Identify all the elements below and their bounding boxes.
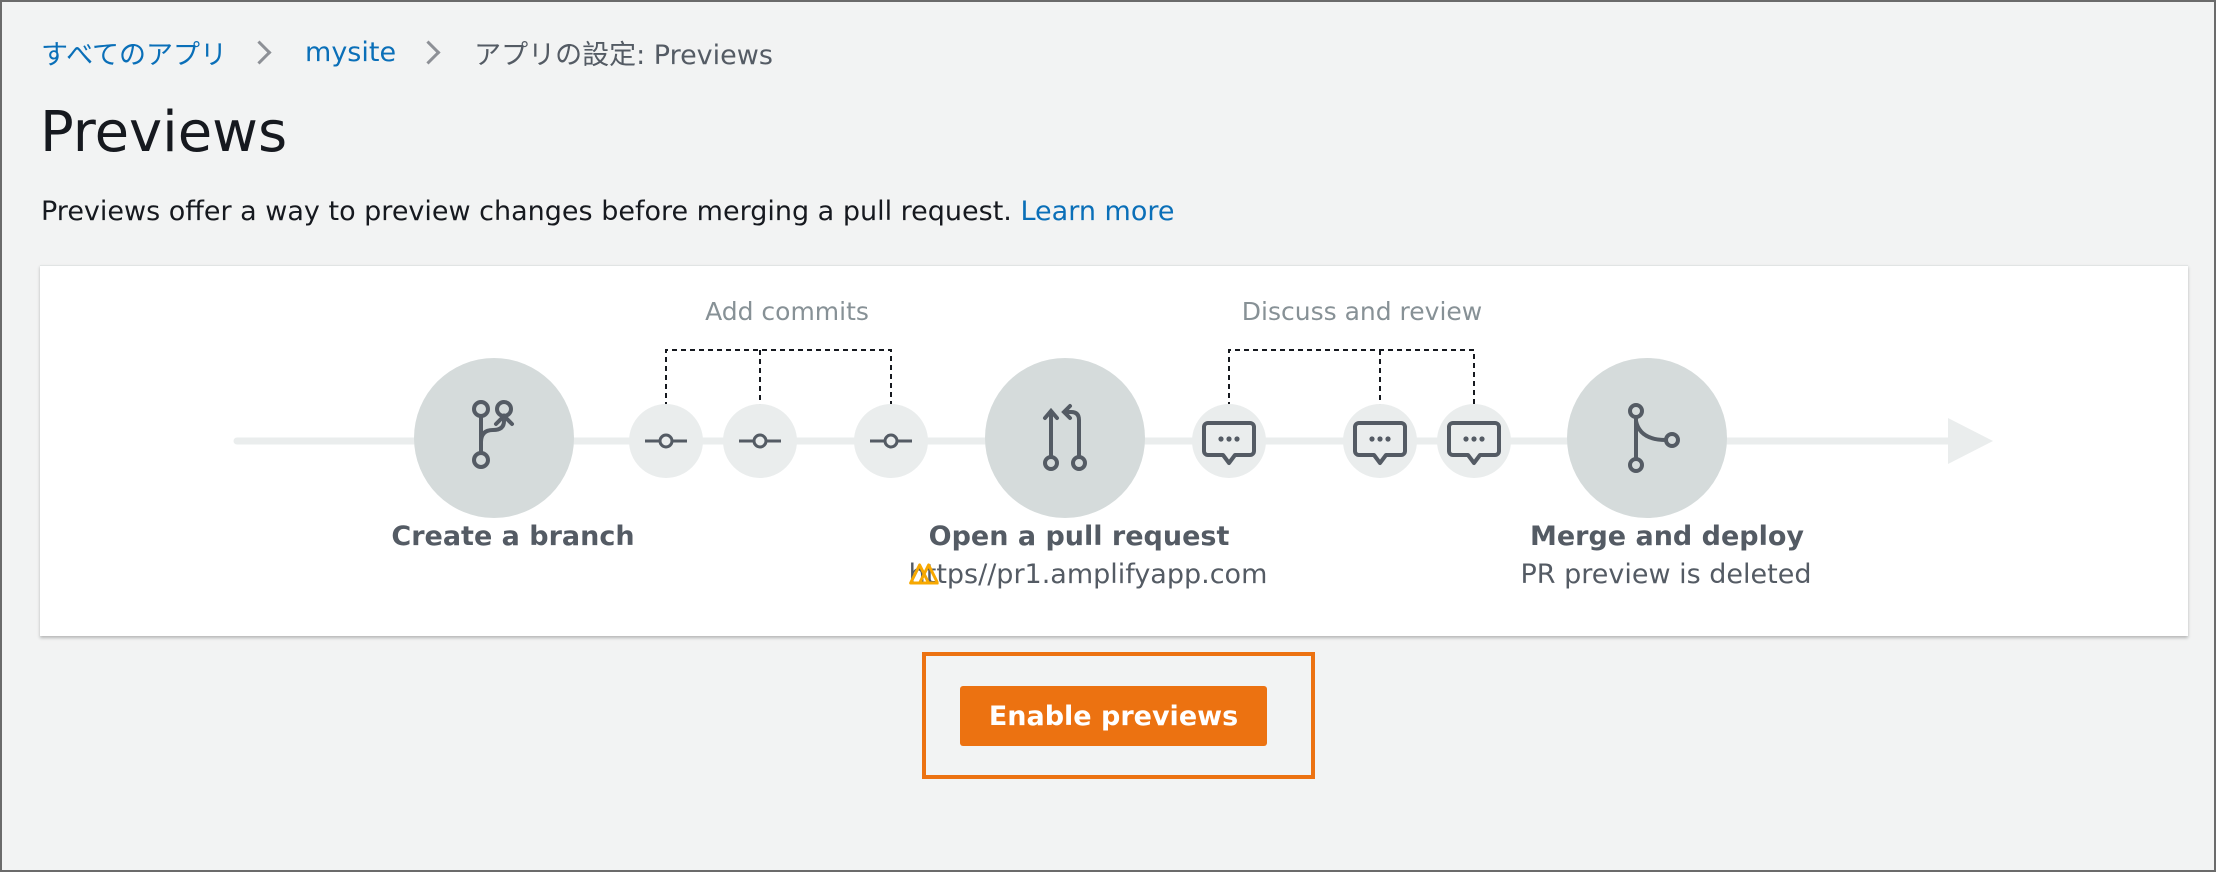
comment-icon bbox=[1437, 404, 1511, 478]
breadcrumb-mysite-link[interactable]: mysite bbox=[305, 37, 396, 68]
merge-deploy-label: Merge and deploy bbox=[1529, 521, 1805, 552]
branch-step-circle bbox=[414, 358, 574, 518]
pr-preview-deleted-text: PR preview is deleted bbox=[1520, 559, 1812, 590]
review-bracket bbox=[1228, 349, 1475, 416]
page-description: Previews offer a way to preview changes … bbox=[41, 196, 1174, 227]
comment-icon bbox=[1192, 404, 1266, 478]
page-title: Previews bbox=[40, 100, 288, 165]
chevron-right-icon bbox=[247, 39, 272, 65]
discuss-review-label: Discuss and review bbox=[1241, 297, 1483, 326]
breadcrumb: すべてのアプリ mysite アプリの設定: Previews bbox=[41, 32, 773, 72]
create-branch-label: Create a branch bbox=[391, 521, 635, 552]
preview-url: https//pr1.amplifyapp.com bbox=[909, 559, 1268, 590]
breadcrumb-current: アプリの設定: Previews bbox=[474, 39, 773, 71]
open-pull-request-label: Open a pull request bbox=[928, 521, 1230, 552]
description-text: Previews offer a way to preview changes … bbox=[41, 196, 1012, 227]
previews-workflow-diagram: Add commits Discuss and review Create a … bbox=[40, 265, 2188, 636]
commits-bracket bbox=[665, 349, 892, 416]
add-commits-label: Add commits bbox=[705, 297, 869, 326]
chevron-right-icon bbox=[416, 39, 441, 65]
amplify-logo-icon bbox=[909, 563, 939, 585]
timeline-arrow-icon bbox=[1948, 418, 1993, 464]
learn-more-link[interactable]: Learn more bbox=[1020, 196, 1174, 227]
breadcrumb-all-apps-link[interactable]: すべてのアプリ bbox=[41, 33, 227, 72]
commit-icon bbox=[854, 404, 928, 478]
comment-icon bbox=[1343, 404, 1417, 478]
commit-icon bbox=[723, 404, 797, 478]
pull-request-step-circle bbox=[985, 358, 1145, 518]
preview-url-text: https//pr1.amplifyapp.com bbox=[908, 559, 1268, 590]
commit-icon bbox=[629, 404, 703, 478]
enable-previews-button[interactable]: Enable previews bbox=[960, 686, 1267, 746]
